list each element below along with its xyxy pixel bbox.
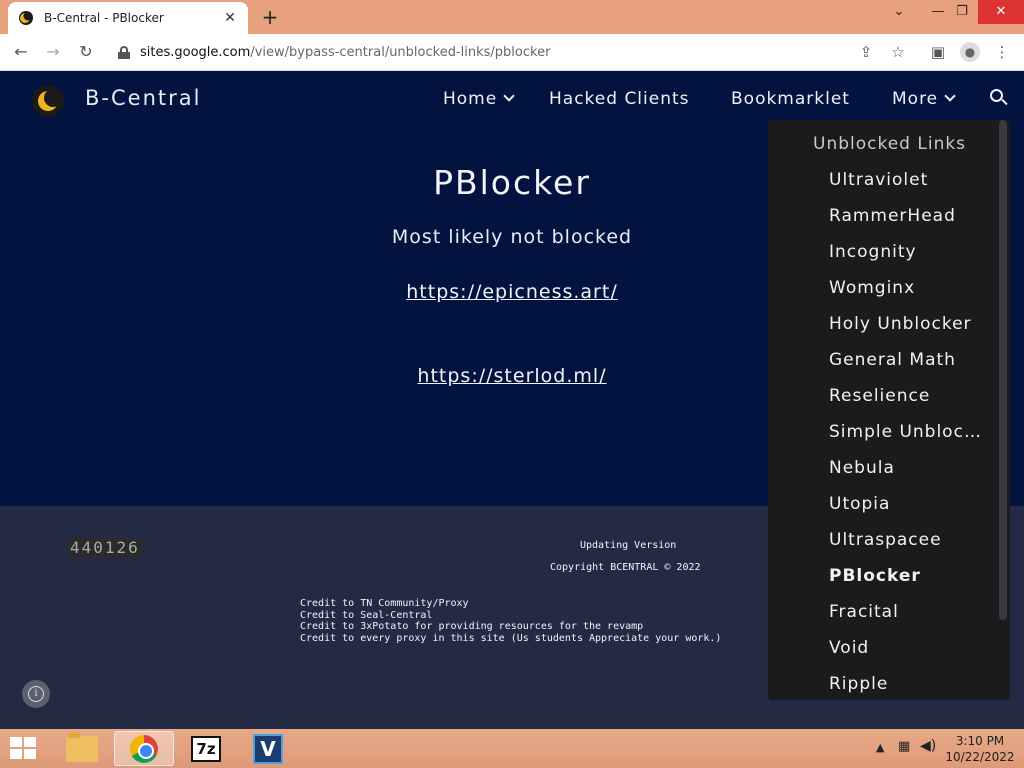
bcentral-logo-icon[interactable]: [32, 85, 64, 117]
browser-tab-active[interactable]: B-Central - PBlocker ✕: [8, 2, 248, 34]
site-header: B-Central Home Hacked Clients Bookmarkle…: [0, 71, 1024, 127]
clock-time: 3:10 PM: [955, 734, 1005, 748]
page-subtitle: Most likely not blocked: [391, 226, 633, 248]
minimize-button[interactable]: —: [926, 0, 950, 24]
info-icon: i: [28, 686, 44, 702]
credit-line: Credit to 3xPotato for providing resourc…: [300, 621, 644, 632]
dropdown-item[interactable]: Ripple: [829, 674, 981, 694]
tray-up-arrow-icon[interactable]: ▲: [876, 741, 884, 754]
dropdown-item[interactable]: General Math: [829, 350, 981, 370]
chrome-icon[interactable]: [114, 731, 174, 766]
dropdown-item[interactable]: Reselience: [829, 386, 981, 406]
dropdown-item[interactable]: Ultraviolet: [829, 170, 981, 190]
dropdown-item[interactable]: Simple Unblocker: [829, 422, 981, 442]
site-page: B-Central Home Hacked Clients Bookmarkle…: [0, 71, 1024, 729]
back-arrow-icon[interactable]: ←: [9, 40, 33, 64]
file-explorer-icon[interactable]: [52, 731, 112, 766]
tab-title: B-Central - PBlocker: [44, 11, 164, 25]
page-title: PBlocker: [433, 163, 591, 202]
url-host: sites.google.com: [140, 44, 251, 60]
7zip-icon[interactable]: 7z: [176, 731, 236, 766]
updating-version-text: Updating Version: [580, 540, 677, 551]
credit-line: Credit to TN Community/Proxy: [300, 598, 469, 609]
address-bar[interactable]: sites.google.com/view/bypass-central/unb…: [108, 38, 918, 66]
dropdown-item[interactable]: Incognity: [829, 242, 981, 262]
side-panel-icon[interactable]: ▣: [928, 42, 948, 62]
profile-avatar-icon[interactable]: ●: [960, 42, 980, 62]
nav-more[interactable]: More: [892, 89, 956, 109]
search-icon[interactable]: [990, 89, 1008, 107]
dropdown-item[interactable]: Womginx: [829, 278, 981, 298]
credit-line: Credit to Seal-Central: [300, 609, 433, 621]
credit-line: Credit to every proxy in this site (Us s…: [300, 632, 722, 644]
vegas-icon[interactable]: V: [238, 731, 298, 766]
dropdown-scrollbar[interactable]: [999, 120, 1007, 620]
proxy-link[interactable]: https://epicness.art/: [300, 281, 724, 303]
credits-block: Credit to TN Community/Proxy Credit to S…: [300, 598, 721, 644]
dropdown-heading-unblocked-links[interactable]: Unblocked Links: [813, 134, 966, 154]
clock-date: 10/22/2022: [945, 750, 1015, 764]
dropdown-item-active[interactable]: PBlocker: [829, 566, 981, 586]
windows-taskbar: 7z V ▲ ▦ ◀) 3:10 PM 10/22/2022: [0, 729, 1024, 768]
site-brand[interactable]: B-Central: [85, 86, 201, 110]
browser-menu-icon[interactable]: ⋮: [992, 42, 1012, 62]
window-close-button[interactable]: ✕: [978, 0, 1024, 24]
browser-titlebar: B-Central - PBlocker ✕ + ⌄ — ❐ ✕: [0, 0, 1024, 34]
windows-start-icon[interactable]: [10, 737, 38, 761]
restore-button[interactable]: ❐: [950, 0, 974, 24]
nav-home[interactable]: Home: [443, 89, 515, 109]
nav-home-label: Home: [443, 89, 498, 109]
url-path: /view/bypass-central/unblocked-links/pbl…: [250, 44, 551, 60]
chevron-down-icon: [944, 90, 956, 102]
dropdown-item[interactable]: Ultraspacee: [829, 530, 981, 550]
chevron-down-icon: [503, 90, 515, 102]
visit-counter: 440126: [68, 538, 142, 558]
lock-icon: [118, 45, 130, 59]
nav-bookmarklet[interactable]: Bookmarklet: [731, 89, 850, 109]
reload-icon[interactable]: ↻: [74, 40, 98, 64]
dropdown-item[interactable]: RammerHead: [829, 206, 981, 226]
dropdown-item[interactable]: Utopia: [829, 494, 981, 514]
site-favicon-icon: [19, 11, 33, 25]
dropdown-item[interactable]: Nebula: [829, 458, 981, 478]
dropdown-item[interactable]: Fracital: [829, 602, 981, 622]
volume-icon[interactable]: ◀): [920, 738, 936, 754]
system-clock[interactable]: 3:10 PM 10/22/2022: [940, 733, 1020, 765]
proxy-link[interactable]: https://sterlod.ml/: [300, 365, 724, 387]
browser-toolbar: ← → ↻ sites.google.com/view/bypass-centr…: [0, 34, 1024, 71]
tab-search-chevron-icon[interactable]: ⌄: [886, 0, 912, 24]
dropdown-item[interactable]: Holy Unblocker: [829, 314, 981, 334]
forward-arrow-icon[interactable]: →: [41, 40, 65, 64]
share-icon[interactable]: ⇪: [856, 42, 876, 62]
nav-hacked-clients[interactable]: Hacked Clients: [549, 89, 690, 109]
copyright-text: Copyright BCENTRAL © 2022: [550, 562, 701, 573]
new-tab-button[interactable]: +: [258, 6, 282, 28]
network-icon[interactable]: ▦: [898, 739, 910, 754]
more-dropdown-menu: Unblocked Links Ultraviolet RammerHead I…: [768, 120, 1010, 700]
dropdown-item[interactable]: Void: [829, 638, 981, 658]
nav-more-label: More: [892, 89, 939, 109]
site-info-button[interactable]: i: [22, 680, 50, 708]
bookmark-star-icon[interactable]: ☆: [888, 42, 908, 62]
tab-close-icon[interactable]: ✕: [222, 10, 238, 26]
